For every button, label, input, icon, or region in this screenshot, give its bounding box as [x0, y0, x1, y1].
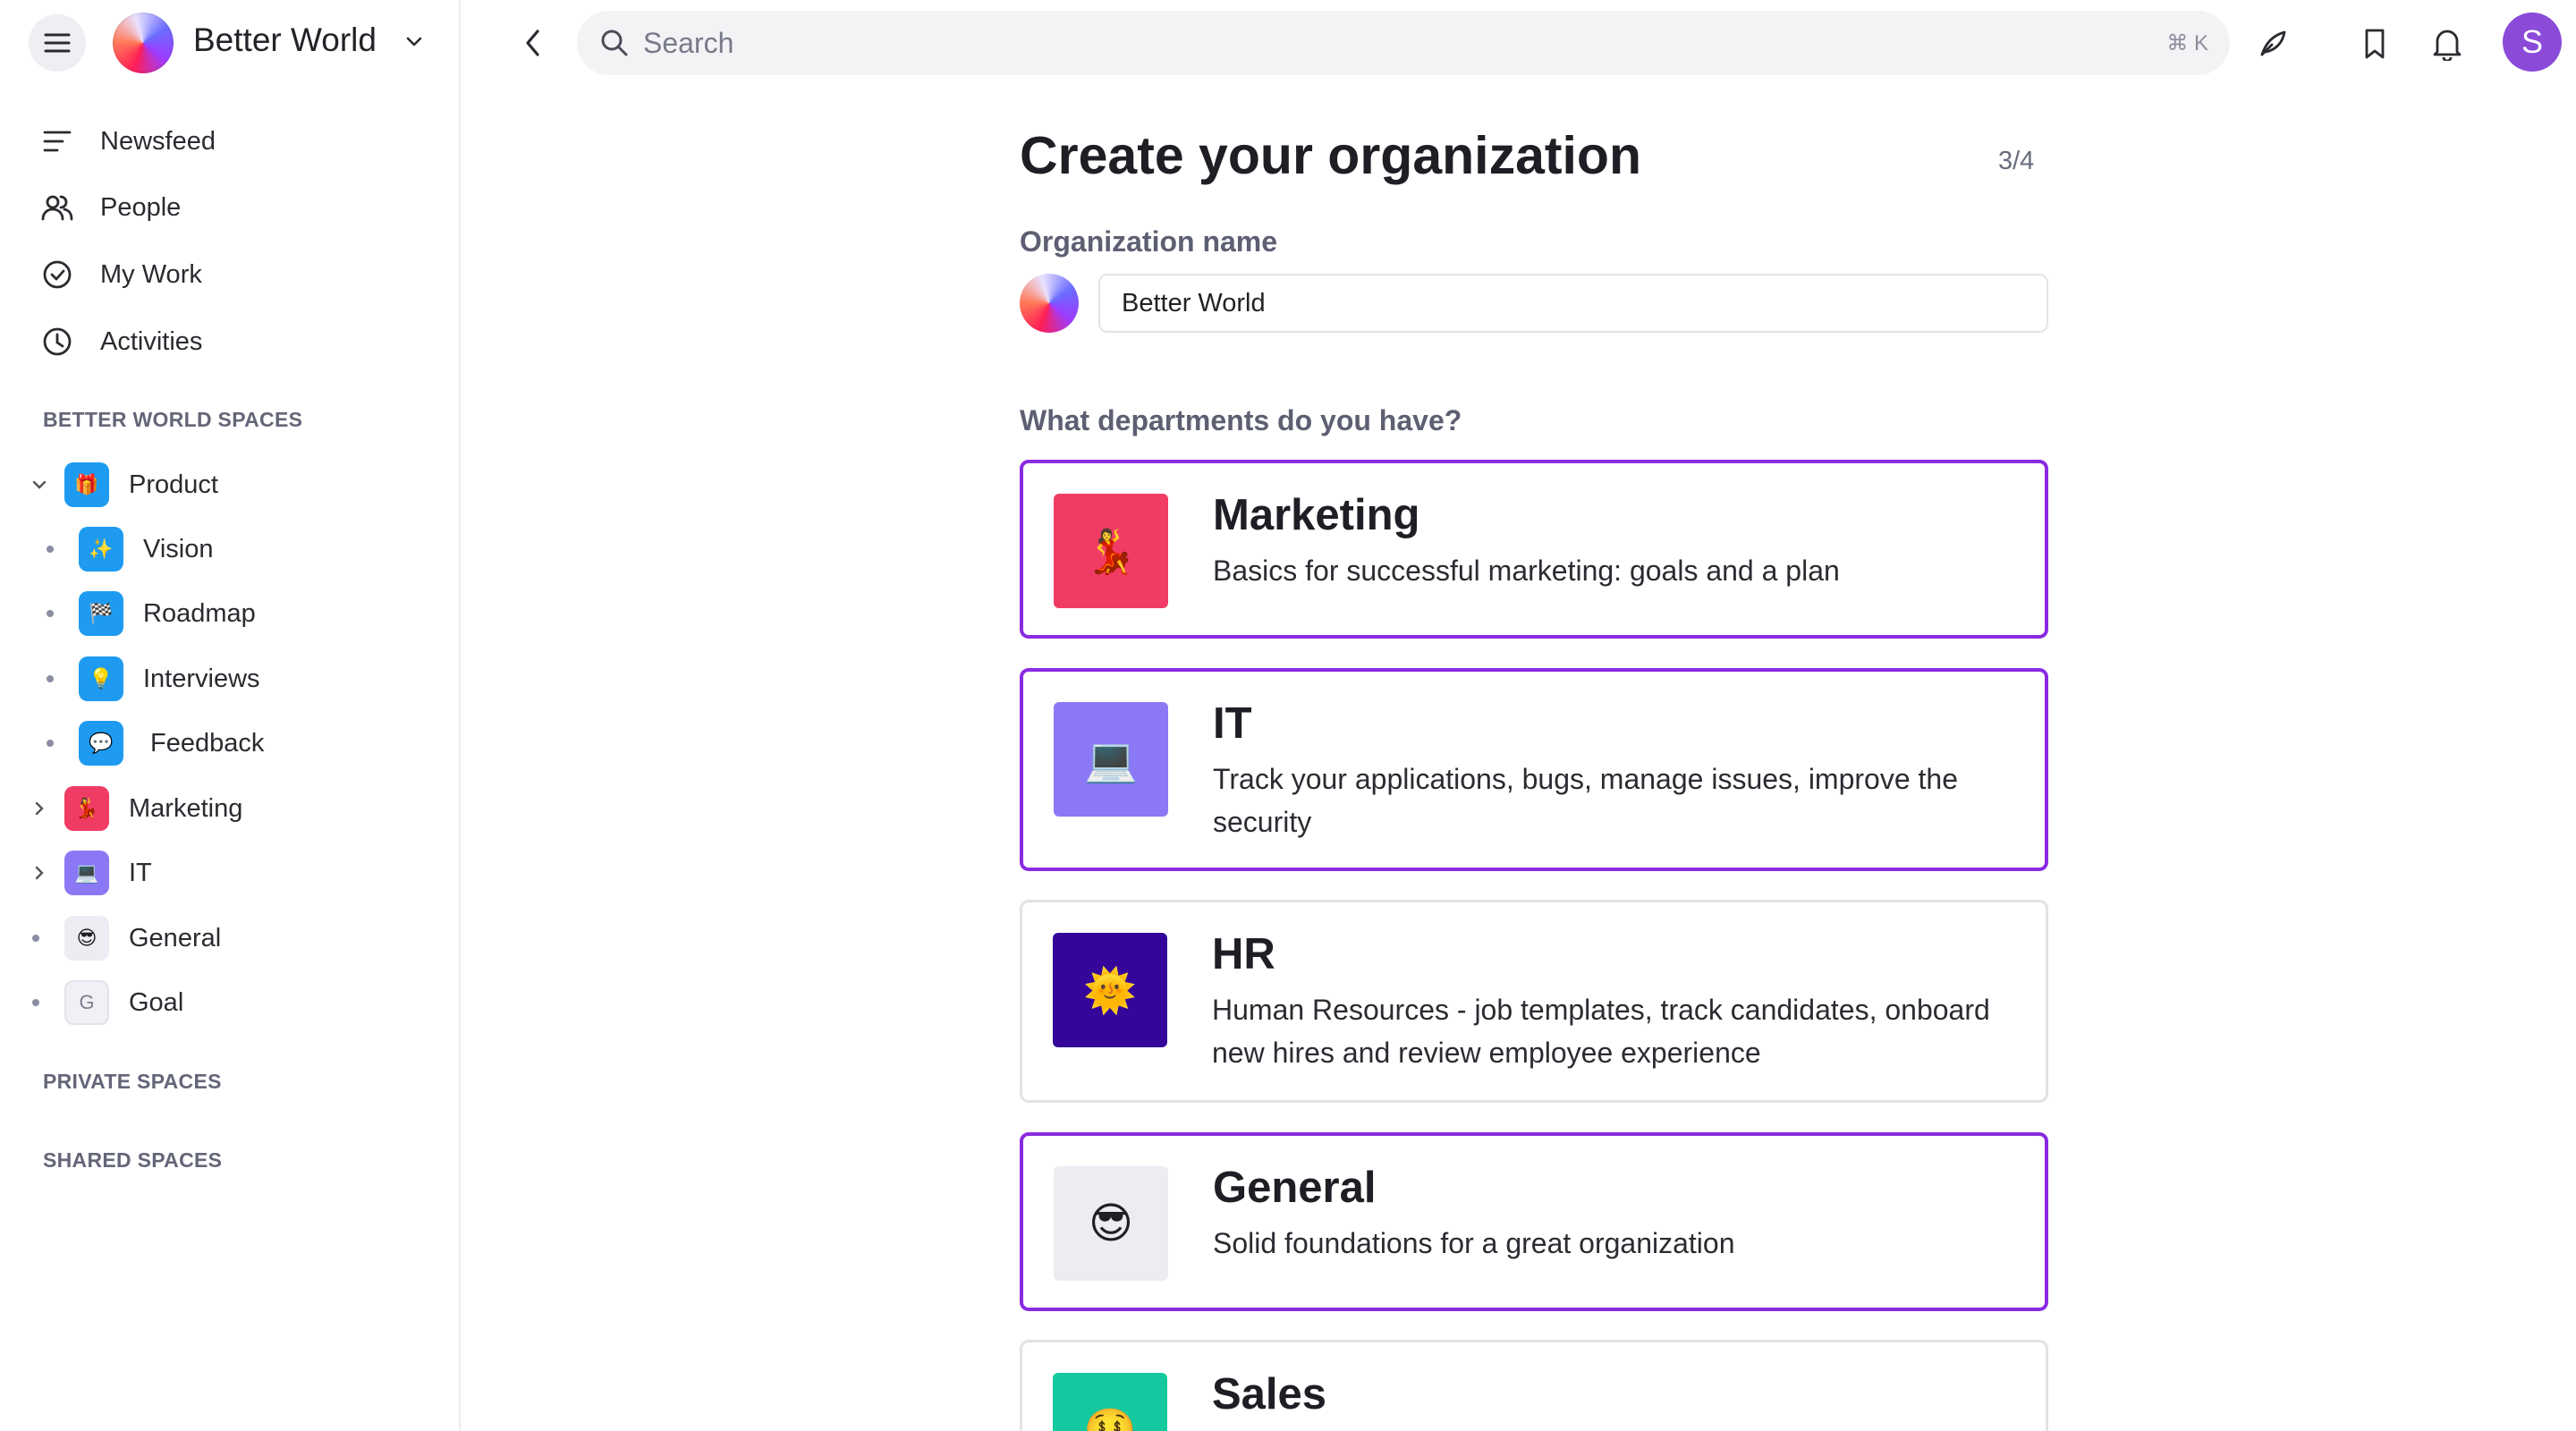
nav-label: People — [100, 192, 182, 222]
bullet-dot — [47, 675, 54, 682]
space-label: Product — [129, 470, 218, 499]
space-label: Goal — [129, 987, 184, 1017]
department-card-general[interactable]: 😎 General Solid foundations for a great … — [1020, 1132, 2048, 1311]
bullet-dot — [47, 610, 54, 617]
page-title: Create your organization — [1020, 126, 1642, 185]
space-label: IT — [129, 858, 152, 887]
space-general[interactable]: 😎 General — [32, 913, 221, 963]
space-label: General — [129, 923, 222, 953]
chevron-down-icon[interactable] — [404, 32, 424, 52]
department-card-marketing[interactable]: 💃 Marketing Basics for successful market… — [1020, 460, 2048, 639]
space-label: Feedback — [150, 728, 265, 758]
department-title: General — [1213, 1164, 1377, 1212]
search-shortcut: ⌘ K — [2166, 30, 2208, 55]
chevron-left-icon — [526, 30, 539, 56]
department-title: Sales — [1212, 1370, 1327, 1418]
lightbulb-icon: 💡 — [79, 656, 123, 701]
space-label: Interviews — [143, 664, 260, 693]
department-title: HR — [1212, 930, 1275, 978]
org-name-input[interactable] — [1098, 274, 2048, 333]
space-label: Vision — [143, 534, 214, 563]
org-name[interactable]: Better World — [193, 21, 377, 59]
nav-my-work[interactable]: My Work — [39, 250, 202, 300]
sidebar: Better World Newsfeed People My Work Act… — [0, 0, 461, 1431]
org-logo[interactable] — [1020, 274, 1079, 333]
notifications-button[interactable] — [2425, 21, 2470, 66]
sunglasses-face-icon: 😎 — [64, 916, 109, 961]
feather-icon — [2260, 30, 2286, 56]
space-goal[interactable]: G Goal — [32, 978, 183, 1028]
people-icon — [39, 190, 75, 225]
speech-bubble-icon: 💬 — [79, 721, 123, 766]
private-spaces-title: PRIVATE SPACES — [43, 1070, 222, 1093]
dancer-icon: 💃 — [64, 786, 109, 831]
newsfeed-icon — [39, 123, 75, 159]
nav-label: Activities — [100, 326, 203, 356]
department-description: Human Resources - job templates, track c… — [1212, 994, 1990, 1069]
bullet-dot — [32, 935, 39, 942]
space-label: Roadmap — [143, 598, 256, 628]
nav-label: Newsfeed — [100, 126, 216, 156]
department-description: Basics for successful marketing: goals a… — [1213, 555, 1840, 587]
laptop-icon: 💻 — [1054, 702, 1168, 817]
chevron-right-icon[interactable] — [29, 800, 50, 817]
space-feedback[interactable]: 💬 Feedback — [47, 718, 264, 768]
space-it[interactable]: 💻 IT — [29, 848, 152, 898]
bullet-dot — [47, 546, 54, 553]
nav-people[interactable]: People — [39, 182, 181, 233]
chevron-right-icon[interactable] — [29, 864, 50, 882]
check-circle-icon — [39, 257, 75, 292]
sunglasses-face-icon: 😎 — [1054, 1166, 1168, 1281]
space-label: Marketing — [129, 793, 243, 823]
checkered-flag-icon: 🏁 — [79, 591, 123, 636]
space-interviews[interactable]: 💡 Interviews — [47, 654, 260, 704]
space-vision[interactable]: ✨ Vision — [47, 524, 213, 574]
space-roadmap[interactable]: 🏁 Roadmap — [47, 588, 256, 639]
back-button[interactable] — [512, 21, 555, 64]
department-title: Marketing — [1213, 491, 1420, 539]
chevron-down-icon[interactable] — [29, 476, 50, 494]
spaces-section-title: BETTER WORLD SPACES — [43, 408, 303, 431]
department-title: IT — [1213, 699, 1252, 748]
bell-icon — [2433, 30, 2462, 61]
step-indicator: 3/4 — [1998, 147, 2035, 175]
clock-icon — [39, 324, 75, 360]
space-marketing[interactable]: 💃 Marketing — [29, 783, 242, 834]
money-face-icon: 🤑 — [1053, 1373, 1167, 1431]
nav-newsfeed[interactable]: Newsfeed — [39, 116, 216, 166]
bookmark-button[interactable] — [2352, 21, 2397, 66]
sun-icon: 🌞 — [1053, 933, 1167, 1047]
departments-question: What departments do you have? — [1020, 404, 1462, 436]
hamburger-icon — [44, 33, 71, 53]
menu-button[interactable] — [29, 14, 86, 72]
org-name-label: Organization name — [1020, 225, 1278, 258]
org-avatar[interactable] — [113, 13, 174, 73]
shared-spaces-title: SHARED SPACES — [43, 1148, 223, 1172]
bookmark-icon — [2365, 29, 2385, 59]
dancer-icon: 💃 — [1054, 494, 1168, 608]
feather-button[interactable] — [2250, 21, 2295, 66]
department-description: Track your applications, bugs, manage is… — [1213, 763, 1958, 838]
department-card-hr[interactable]: 🌞 HR Human Resources - job templates, tr… — [1020, 900, 2048, 1103]
goal-letter-icon: G — [64, 980, 109, 1025]
gift-icon: 🎁 — [64, 462, 109, 507]
space-product[interactable]: 🎁 Product — [29, 460, 218, 510]
laptop-icon: 💻 — [64, 851, 109, 895]
nav-label: My Work — [100, 259, 202, 289]
department-description: Solid foundations for a great organizati… — [1213, 1227, 1735, 1259]
user-avatar[interactable]: S — [2503, 13, 2562, 72]
department-card-it[interactable]: 💻 IT Track your applications, bugs, mana… — [1020, 668, 2048, 871]
search-bar[interactable]: ⌘ K — [577, 11, 2230, 75]
sparkles-icon: ✨ — [79, 527, 123, 572]
bullet-dot — [32, 999, 39, 1006]
bullet-dot — [47, 740, 54, 747]
department-card-sales[interactable]: 🤑 Sales — [1020, 1340, 2048, 1431]
search-icon — [597, 25, 632, 61]
search-input[interactable] — [643, 26, 2074, 60]
nav-activities[interactable]: Activities — [39, 317, 202, 367]
